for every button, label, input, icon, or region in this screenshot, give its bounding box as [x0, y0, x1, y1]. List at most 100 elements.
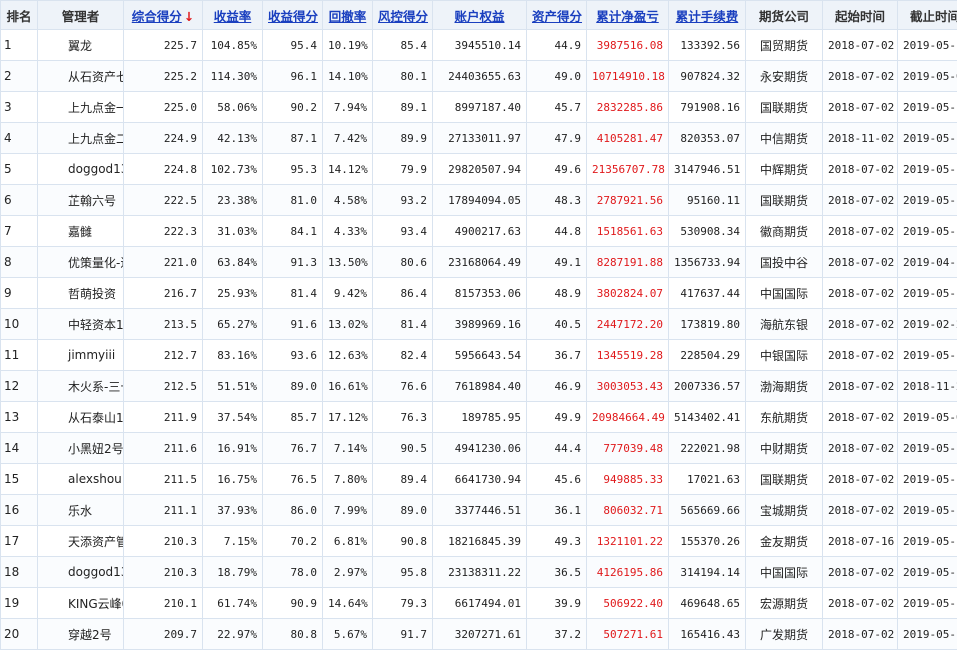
cell-broker: 广发期货: [746, 619, 823, 650]
cell-broker: 中银国际: [746, 340, 823, 371]
cell-return-rate: 22.97%: [203, 619, 263, 650]
cell-rank: 10: [1, 309, 38, 340]
cell-net-profit: 806032.71: [587, 495, 669, 526]
cell-rank: 8: [1, 247, 38, 278]
cell-drawdown: 4.58%: [323, 185, 373, 216]
header-fees[interactable]: 累计手续费: [669, 1, 746, 30]
header-rank: 排名: [1, 1, 38, 30]
cell-drawdown: 13.02%: [323, 309, 373, 340]
cell-manager: doggod131: [38, 557, 124, 588]
cell-risk-score: 93.4: [373, 216, 433, 247]
table-row: 5doggod134224.8102.73%95.314.12%79.92982…: [1, 154, 957, 185]
cell-risk-score: 93.2: [373, 185, 433, 216]
cell-broker: 国联期货: [746, 92, 823, 123]
sort-link-net-profit[interactable]: 累计净盈亏: [596, 9, 659, 24]
cell-end-date: 2019-05-17: [898, 216, 957, 247]
sort-link-composite-score[interactable]: 综合得分: [132, 9, 182, 24]
sort-link-equity[interactable]: 账户权益: [454, 9, 504, 24]
cell-net-profit: 506922.40: [587, 588, 669, 619]
sort-link-risk-score[interactable]: 风控得分: [378, 9, 428, 24]
cell-return-rate: 42.13%: [203, 123, 263, 154]
sort-link-fees[interactable]: 累计手续费: [676, 9, 739, 24]
cell-end-date: 2019-04-15: [898, 247, 957, 278]
cell-asset-score: 36.5: [527, 557, 587, 588]
cell-net-profit: 21356707.78: [587, 154, 669, 185]
cell-drawdown: 17.12%: [323, 402, 373, 433]
cell-fees: 5143402.41: [669, 402, 746, 433]
cell-start-date: 2018-07-02: [823, 495, 898, 526]
cell-composite-score: 213.5: [124, 309, 203, 340]
cell-return-rate: 102.73%: [203, 154, 263, 185]
header-net-profit[interactable]: 累计净盈亏: [587, 1, 669, 30]
sort-link-asset-score[interactable]: 资产得分: [532, 9, 582, 24]
cell-end-date: 2019-05-17: [898, 433, 957, 464]
cell-composite-score: 210.3: [124, 557, 203, 588]
cell-asset-score: 49.9: [527, 402, 587, 433]
sort-link-return-rate[interactable]: 收益率: [214, 9, 252, 24]
cell-equity: 6617494.01: [433, 588, 527, 619]
cell-asset-score: 36.7: [527, 340, 587, 371]
cell-equity: 27133011.97: [433, 123, 527, 154]
cell-rank: 16: [1, 495, 38, 526]
header-start-date: 起始时间: [823, 1, 898, 30]
cell-equity: 17894094.05: [433, 185, 527, 216]
cell-risk-score: 95.8: [373, 557, 433, 588]
cell-return-score: 91.3: [263, 247, 323, 278]
cell-risk-score: 82.4: [373, 340, 433, 371]
header-risk-score[interactable]: 风控得分: [373, 1, 433, 30]
cell-net-profit: 949885.33: [587, 464, 669, 495]
header-composite-score[interactable]: 综合得分↓: [124, 1, 203, 30]
cell-risk-score: 76.6: [373, 371, 433, 402]
cell-start-date: 2018-07-02: [823, 309, 898, 340]
cell-return-score: 84.1: [263, 216, 323, 247]
cell-return-rate: 58.06%: [203, 92, 263, 123]
cell-start-date: 2018-07-02: [823, 30, 898, 61]
table-row: 11jimmyiii212.783.16%93.612.63%82.459566…: [1, 340, 957, 371]
cell-manager: 天添资产管理: [38, 526, 124, 557]
cell-end-date: 2018-11-26: [898, 371, 957, 402]
cell-fees: 3147946.51: [669, 154, 746, 185]
cell-return-rate: 25.93%: [203, 278, 263, 309]
header-drawdown[interactable]: 回撤率: [323, 1, 373, 30]
cell-drawdown: 16.61%: [323, 371, 373, 402]
cell-return-score: 96.1: [263, 61, 323, 92]
cell-end-date: 2019-05-17: [898, 619, 957, 650]
header-asset-score[interactable]: 资产得分: [527, 1, 587, 30]
cell-drawdown: 12.63%: [323, 340, 373, 371]
cell-return-rate: 37.93%: [203, 495, 263, 526]
header-manager: 管理者: [38, 1, 124, 30]
cell-start-date: 2018-07-02: [823, 557, 898, 588]
cell-broker: 渤海期货: [746, 371, 823, 402]
cell-rank: 5: [1, 154, 38, 185]
cell-equity: 3945510.14: [433, 30, 527, 61]
cell-return-rate: 51.51%: [203, 371, 263, 402]
cell-fees: 95160.11: [669, 185, 746, 216]
cell-end-date: 2019-05-17: [898, 185, 957, 216]
sort-link-return-score[interactable]: 收益得分: [268, 9, 318, 24]
cell-risk-score: 79.9: [373, 154, 433, 185]
cell-broker: 国联期货: [746, 185, 823, 216]
cell-drawdown: 14.12%: [323, 154, 373, 185]
cell-drawdown: 7.14%: [323, 433, 373, 464]
cell-return-score: 86.0: [263, 495, 323, 526]
cell-return-rate: 18.79%: [203, 557, 263, 588]
cell-drawdown: 7.94%: [323, 92, 373, 123]
sort-desc-icon[interactable]: ↓: [184, 9, 194, 24]
header-equity[interactable]: 账户权益: [433, 1, 527, 30]
cell-return-score: 81.0: [263, 185, 323, 216]
cell-manager: 优策量化-进取: [38, 247, 124, 278]
header-end-date: 截止时间: [898, 1, 957, 30]
cell-rank: 15: [1, 464, 38, 495]
cell-rank: 17: [1, 526, 38, 557]
cell-fees: 791908.16: [669, 92, 746, 123]
header-return-rate[interactable]: 收益率: [203, 1, 263, 30]
cell-risk-score: 90.5: [373, 433, 433, 464]
cell-start-date: 2018-11-02: [823, 123, 898, 154]
header-return-score[interactable]: 收益得分: [263, 1, 323, 30]
ranking-table: 排名 管理者 综合得分↓ 收益率 收益得分 回撤率 风控得分 账户权益 资产得分…: [0, 0, 957, 650]
cell-composite-score: 211.5: [124, 464, 203, 495]
sort-link-drawdown[interactable]: 回撤率: [329, 9, 367, 24]
cell-return-score: 76.7: [263, 433, 323, 464]
cell-risk-score: 89.0: [373, 495, 433, 526]
cell-rank: 19: [1, 588, 38, 619]
